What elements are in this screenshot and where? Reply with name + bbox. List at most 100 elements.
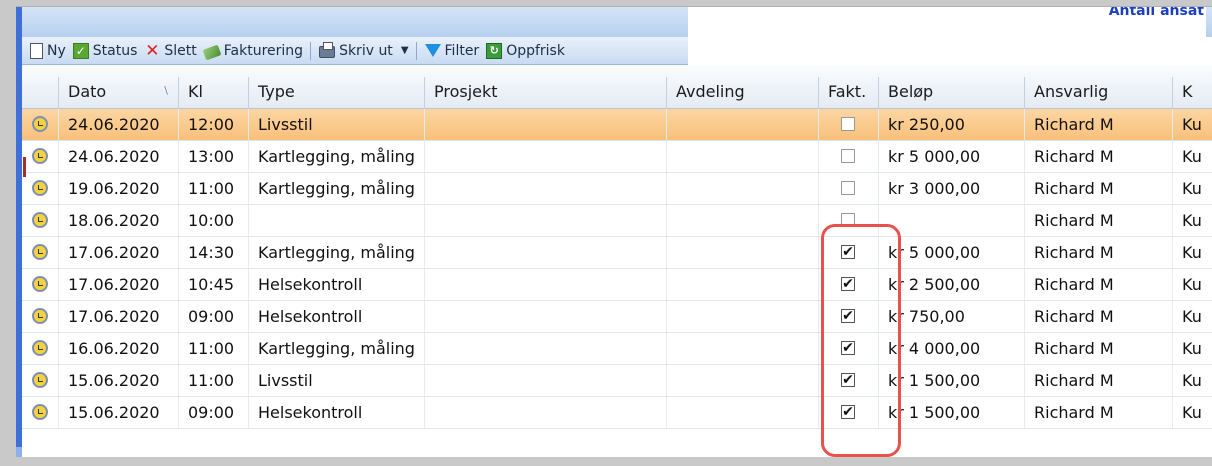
invoiced-checkbox[interactable]: ✔ [841,405,855,419]
filter-label: Filter [444,42,480,59]
cell-responsible: Richard M [1024,301,1172,332]
table-row[interactable]: 24.06.2020 13:00 Kartlegging, måling kr 5 0… [22,141,1212,173]
cell-invoiced [818,205,878,236]
delete-button[interactable]: ✕ Slett [144,40,197,61]
cell-type: Livsstil [248,365,424,396]
column-header-amount[interactable]: Beløp [878,77,1024,109]
cell-invoiced [818,141,878,172]
column-header-type[interactable]: Type [248,77,424,109]
cell-date: 18.06.2020 [58,205,178,236]
cell-project [424,269,666,300]
cell-time: 09:00 [178,301,248,332]
column-header-responsible[interactable]: Ansvarlig [1024,77,1172,109]
cell-type: Kartlegging, måling [248,173,424,204]
cell-amount: kr 3 000,00 [878,173,1024,204]
cell-amount: kr 5 000,00 [878,237,1024,268]
cell-type: Helsekontroll [248,301,424,332]
refresh-button[interactable]: ↻ Oppfrisk [486,42,565,59]
cell-extra: Ku [1172,109,1212,140]
table-row[interactable]: 17.06.2020 14:30 Kartlegging, måling ✔ kr 5 … [22,237,1212,269]
filter-button[interactable]: Filter [424,42,480,59]
cell-amount: kr 2 500,00 [878,269,1024,300]
invoiced-checkbox[interactable]: ✔ [841,373,855,387]
cell-responsible: Richard M [1024,397,1172,428]
column-header-project[interactable]: Prosjekt [424,77,666,109]
checkmark-icon: ✔ [842,404,854,420]
cell-type: Helsekontroll [248,269,424,300]
cell-date: 24.06.2020 [58,141,178,172]
column-header-responsible-label: Ansvarlig [1034,82,1109,101]
invoice-button[interactable]: Fakturering [202,43,303,60]
invoiced-checkbox[interactable]: ✔ [841,341,855,355]
toolbar-separator [415,41,417,60]
invoiced-checkbox[interactable] [841,117,855,131]
table-row[interactable]: 15.06.2020 11:00 Livsstil ✔ kr 1 500,00 Richa… [22,365,1212,397]
table-row[interactable]: 15.06.2020 09:00 Helsekontroll ✔ kr 1 500,00… [22,397,1212,429]
invoiced-checkbox[interactable] [841,213,855,227]
cell-amount: kr 250,00 [878,109,1024,140]
cell-type: Helsekontroll [248,397,424,428]
status-label: Status [92,42,138,59]
table-row[interactable]: 19.06.2020 11:00 Kartlegging, måling kr 3 0… [22,173,1212,205]
toolbar-separator [310,41,312,60]
table-row[interactable]: 24.06.2020 12:00 Livsstil kr 250,00 Richard … [22,109,1212,141]
cell-date: 17.06.2020 [58,269,178,300]
cell-project [424,205,666,236]
cell-date: 17.06.2020 [58,301,178,332]
delete-x-icon: ✕ [145,40,160,61]
refresh-label: Oppfrisk [506,42,565,59]
cell-responsible: Richard M [1024,141,1172,172]
cell-date: 19.06.2020 [58,173,178,204]
printer-icon [319,42,336,58]
cell-invoiced: ✔ [818,397,878,428]
table-row[interactable]: 18.06.2020 10:00 Richard M Ku [22,205,1212,237]
column-header-date-label: Dato [68,82,107,101]
cell-project [424,173,666,204]
cell-invoiced: ✔ [818,269,878,300]
cell-time: 13:00 [178,141,248,172]
alarm-clock-icon [32,244,48,260]
new-button[interactable]: Ny [30,42,66,59]
toolbar: Ny ✓ Status ✕ Slett Fakturering Skriv ut… [22,37,688,65]
cell-responsible: Richard M [1024,205,1172,236]
column-header-extra[interactable]: K [1172,77,1212,109]
cell-invoiced: ✔ [818,301,878,332]
employee-count-label: Antall ansat [1108,6,1204,19]
column-header-date[interactable]: Dato \ [58,77,178,109]
cell-department [666,109,818,140]
cell-extra: Ku [1172,397,1212,428]
new-document-icon [30,42,43,59]
invoiced-checkbox[interactable]: ✔ [841,277,855,291]
cell-responsible: Richard M [1024,173,1172,204]
cell-date: 24.06.2020 [58,109,178,140]
cell-project [424,109,666,140]
refresh-icon: ↻ [486,42,503,59]
alarm-clock-icon [32,180,48,196]
status-button[interactable]: ✓ Status [72,42,138,59]
print-button[interactable]: Skriv ut ▼ [319,42,409,59]
invoiced-checkbox[interactable]: ✔ [841,245,855,259]
cell-time: 14:30 [178,237,248,268]
table-row[interactable]: 17.06.2020 09:00 Helsekontroll ✔ kr 750,00 Ri… [22,301,1212,333]
cell-responsible: Richard M [1024,269,1172,300]
cell-date: 15.06.2020 [58,397,178,428]
invoiced-checkbox[interactable]: ✔ [841,309,855,323]
cell-project [424,301,666,332]
chevron-down-icon[interactable]: ▼ [401,45,409,56]
cell-project [424,397,666,428]
cell-extra: Ku [1172,333,1212,364]
cell-department [666,397,818,428]
invoiced-checkbox[interactable] [841,181,855,195]
column-header-time[interactable]: Kl [178,77,248,109]
column-header-department[interactable]: Avdeling [666,77,818,109]
cell-department [666,173,818,204]
cell-type: Livsstil [248,109,424,140]
table-row[interactable]: 16.06.2020 11:00 Kartlegging, måling ✔ kr 4 … [22,333,1212,365]
table-row[interactable]: 17.06.2020 10:45 Helsekontroll ✔ kr 2 500,00… [22,269,1212,301]
cell-department [666,141,818,172]
column-header-invoiced[interactable]: Fakt. [818,77,878,109]
cell-department [666,205,818,236]
invoiced-checkbox[interactable] [841,149,855,163]
cell-invoiced: ✔ [818,237,878,268]
cell-department [666,365,818,396]
